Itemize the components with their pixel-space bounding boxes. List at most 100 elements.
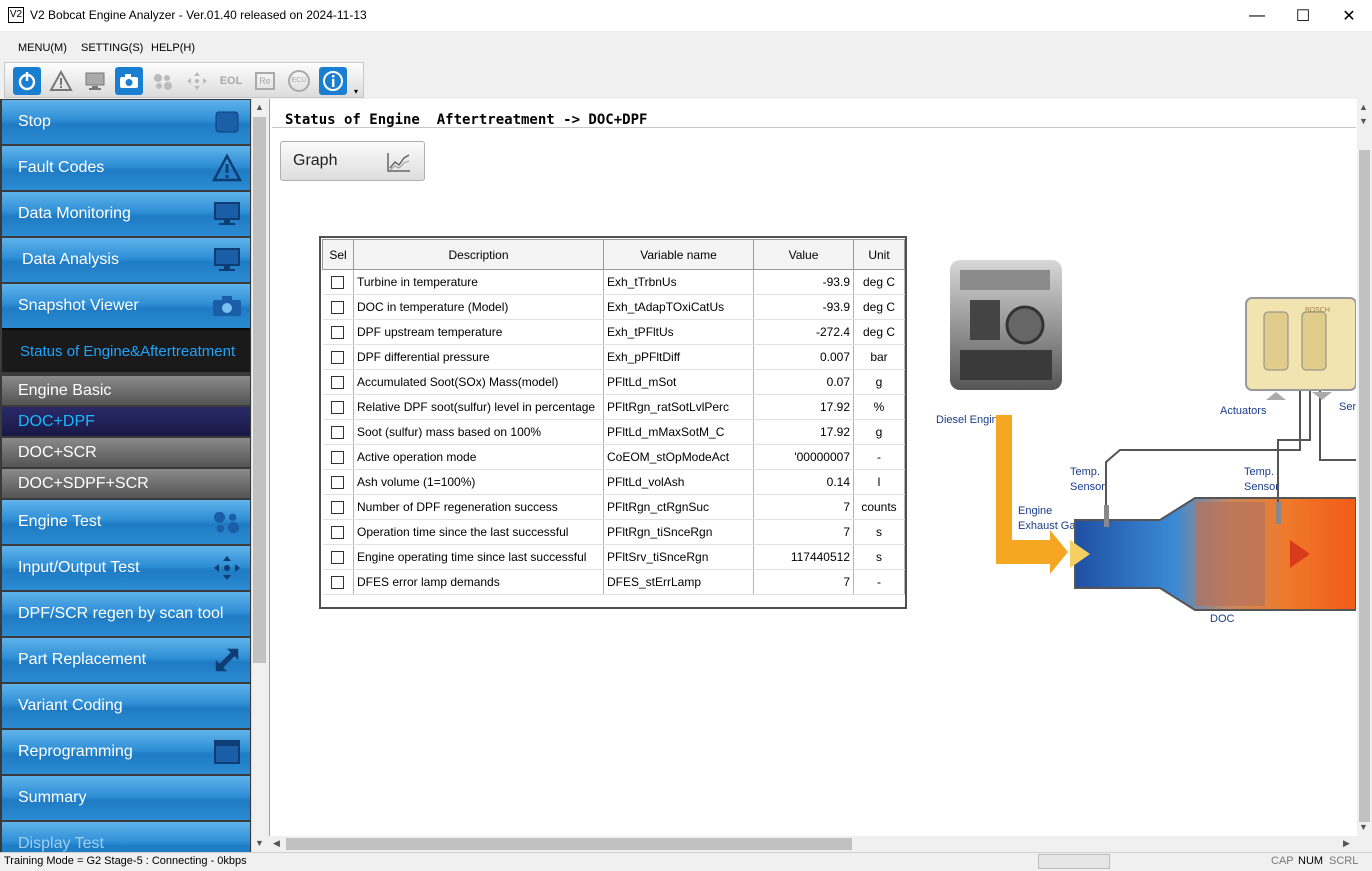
swap-arrows-icon — [212, 646, 242, 674]
re-icon-label: Re — [255, 72, 275, 90]
checkbox[interactable] — [331, 401, 345, 415]
warning-icon[interactable] — [47, 67, 75, 95]
content-horizontal-scroll-thumb[interactable] — [286, 838, 852, 850]
sidebar-item-part-replacement[interactable]: Part Replacement — [2, 638, 250, 682]
ecu-icon[interactable]: ECU — [285, 67, 313, 95]
column-header-description[interactable]: Description — [353, 239, 604, 270]
sidebar-item-summary[interactable]: Summary — [2, 776, 250, 820]
column-header-unit[interactable]: Unit — [853, 239, 905, 270]
doc-label: DOC — [1210, 613, 1235, 625]
sidebar-item-regen[interactable]: DPF/SCR regen by scan tool — [2, 592, 250, 636]
row-select-checkbox[interactable] — [322, 544, 354, 570]
re-icon[interactable]: Re — [251, 67, 279, 95]
sidebar-item-engine-test[interactable]: Engine Test — [2, 500, 250, 544]
sidebar-item-data-analysis[interactable]: Data Analysis — [2, 238, 250, 282]
checkbox[interactable] — [331, 426, 345, 440]
sidebar-item-fault-codes[interactable]: Fault Codes — [2, 146, 250, 190]
monitor-icon[interactable] — [81, 67, 109, 95]
minimize-button[interactable]: — — [1234, 0, 1280, 31]
sidebar-item-variant-coding[interactable]: Variant Coding — [2, 684, 250, 728]
row-select-checkbox[interactable] — [322, 469, 354, 495]
sidebar-item-stop[interactable]: Stop — [2, 100, 250, 144]
row-select-checkbox[interactable] — [322, 494, 354, 520]
scroll-down-icon[interactable]: ▼ — [1359, 822, 1368, 832]
checkbox[interactable] — [331, 551, 345, 565]
scroll-up-icon[interactable]: ▲ — [1359, 102, 1368, 112]
row-select-checkbox[interactable] — [322, 419, 354, 445]
table-row[interactable]: Accumulated Soot(SOx) Mass(model) PFltLd_… — [322, 369, 905, 395]
table-row[interactable]: DPF differential pressure Exh_pPFltDiff 0.… — [322, 344, 905, 370]
column-header-value[interactable]: Value — [753, 239, 854, 270]
row-variable-name: Exh_tAdapTOxiCatUs — [603, 294, 754, 320]
temp-sensor-2-label-2: Sensor — [1244, 481, 1279, 493]
sidebar-item-io-test[interactable]: Input/Output Test — [2, 546, 250, 590]
column-header-sel[interactable]: Sel — [322, 239, 354, 270]
table-row[interactable]: Soot (sulfur) mass based on 100% PFltLd_m… — [322, 419, 905, 445]
row-select-checkbox[interactable] — [322, 294, 354, 320]
table-row[interactable]: DPF upstream temperature Exh_tPFltUs -272.… — [322, 319, 905, 345]
sidebar-scroll-thumb[interactable] — [253, 117, 266, 663]
table-row[interactable]: DOC in temperature (Model) Exh_tAdapTOxiC… — [322, 294, 905, 320]
checkbox[interactable] — [331, 376, 345, 390]
sidebar-item-doc-scr[interactable]: DOC+SCR — [2, 438, 250, 467]
sidebar-item-doc-dpf[interactable]: DOC+DPF — [2, 407, 250, 436]
info-icon[interactable] — [319, 67, 347, 95]
checkbox[interactable] — [331, 451, 345, 465]
row-select-checkbox[interactable] — [322, 369, 354, 395]
sidebar-item-reprogramming[interactable]: Reprogramming — [2, 730, 250, 774]
table-row[interactable]: Relative DPF soot(sulfur) level in perce… — [322, 394, 905, 420]
checkbox[interactable] — [331, 301, 345, 315]
camera-icon — [212, 292, 242, 320]
table-row[interactable]: Ash volume (1=100%) PFltLd_volAsh 0.14 l — [322, 469, 905, 495]
content-vertical-scroll-thumb[interactable] — [1359, 150, 1370, 822]
row-select-checkbox[interactable] — [322, 444, 354, 470]
row-select-checkbox[interactable] — [322, 519, 354, 545]
checkbox[interactable] — [331, 501, 345, 515]
checkbox[interactable] — [331, 351, 345, 365]
row-select-checkbox[interactable] — [322, 319, 354, 345]
row-select-checkbox[interactable] — [322, 569, 354, 595]
menu-menu[interactable]: MENU(M) — [18, 42, 67, 54]
row-unit: bar — [853, 344, 905, 370]
scroll-left-icon[interactable]: ◀ — [273, 838, 280, 849]
menu-setting[interactable]: SETTING(S) — [81, 42, 143, 54]
row-select-checkbox[interactable] — [322, 344, 354, 370]
row-unit: s — [853, 519, 905, 545]
maximize-button[interactable]: ☐ — [1280, 0, 1326, 31]
toolbar-overflow-icon[interactable]: ▾ — [354, 87, 358, 96]
table-row[interactable]: Active operation mode CoEOM_stOpModeAct '0… — [322, 444, 905, 470]
eol-icon[interactable]: EOL — [217, 67, 245, 95]
table-row[interactable]: Engine operating time since last success… — [322, 544, 905, 570]
status-progress — [1038, 854, 1110, 869]
table-row[interactable]: Turbine in temperature Exh_tTrbnUs -93.9 de… — [322, 269, 905, 295]
scroll-right-icon[interactable]: ▶ — [1343, 838, 1350, 849]
checkbox[interactable] — [331, 526, 345, 540]
scroll-down-icon[interactable]: ▼ — [255, 838, 264, 848]
column-header-variable[interactable]: Variable name — [603, 239, 754, 270]
checkbox[interactable] — [331, 326, 345, 340]
engine-test-icon[interactable] — [149, 67, 177, 95]
sidebar-item-doc-sdpf-scr[interactable]: DOC+SDPF+SCR — [2, 469, 250, 498]
io-arrows-icon[interactable] — [183, 67, 211, 95]
scroll-down-icon[interactable]: ▼ — [1359, 116, 1368, 126]
sidebar-section-status[interactable]: Status of Engine&Aftertreatment — [2, 328, 250, 372]
table-row[interactable]: DFES error lamp demands DFES_stErrLamp 7- — [322, 569, 905, 595]
sidebar-item-label: Data Analysis — [22, 251, 119, 268]
row-select-checkbox[interactable] — [322, 394, 354, 420]
sidebar-item-engine-basic[interactable]: Engine Basic — [2, 376, 250, 405]
checkbox[interactable] — [331, 476, 345, 490]
sidebar-item-snapshot-viewer[interactable]: Snapshot Viewer — [2, 284, 250, 328]
scroll-up-icon[interactable]: ▲ — [255, 102, 264, 112]
checkbox[interactable] — [331, 576, 345, 590]
sidebar-item-data-monitoring[interactable]: Data Monitoring — [2, 192, 250, 236]
sidebar-item-display-test[interactable]: Display Test — [2, 822, 250, 852]
power-icon[interactable] — [13, 67, 41, 95]
table-row[interactable]: Operation time since the last successful… — [322, 519, 905, 545]
close-button[interactable]: ✕ — [1326, 0, 1372, 31]
table-row[interactable]: Number of DPF regeneration success PFltRg… — [322, 494, 905, 520]
menu-help[interactable]: HELP(H) — [151, 42, 195, 54]
camera-icon[interactable] — [115, 67, 143, 95]
graph-button[interactable]: Graph — [280, 141, 425, 181]
checkbox[interactable] — [331, 276, 345, 290]
row-select-checkbox[interactable] — [322, 269, 354, 295]
